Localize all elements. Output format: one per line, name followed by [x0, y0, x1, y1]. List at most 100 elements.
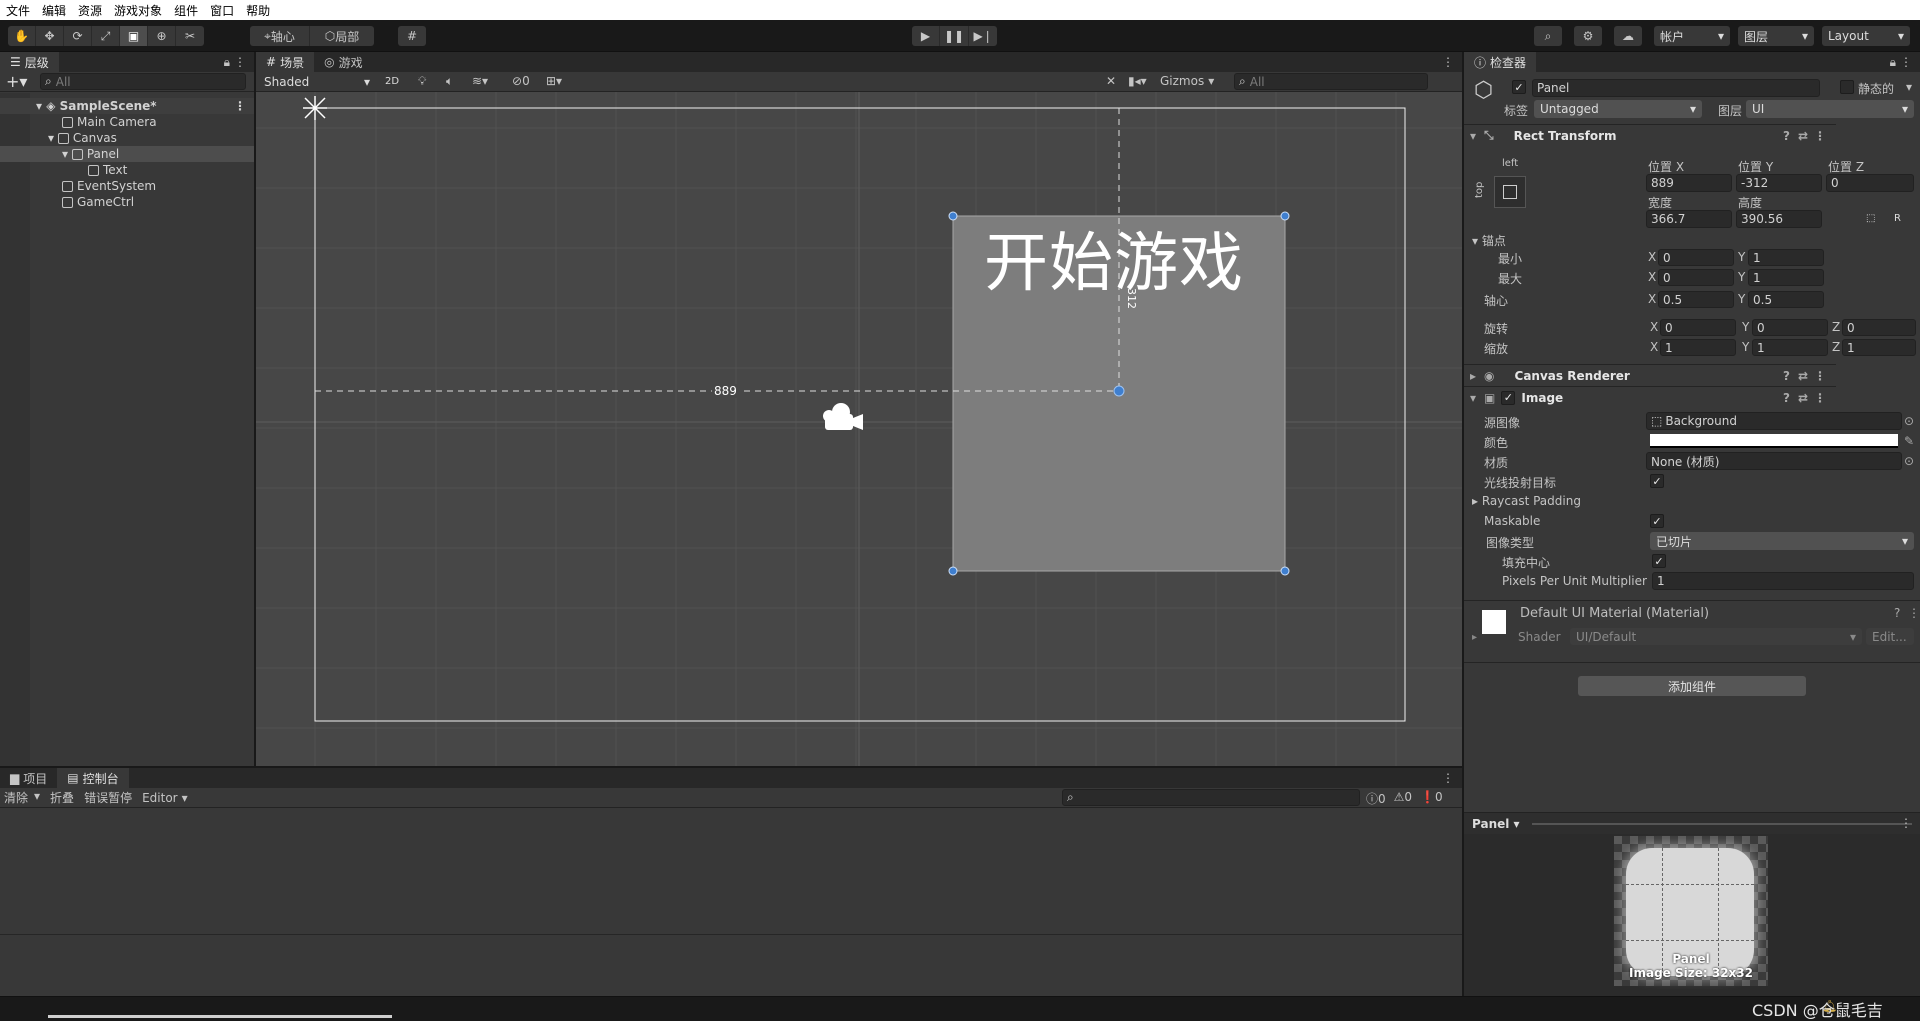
chevron-down-icon[interactable]: ▾ [1906, 80, 1912, 94]
camera-icon[interactable]: ▮◂▾ [1128, 74, 1147, 88]
rect-transform-header[interactable]: ▾ ⤡ Rect Transform ? ⇄ ⋮ [1464, 124, 1836, 146]
error-pause-button[interactable]: 错误暂停 [80, 789, 136, 806]
lock-icon[interactable]: 🔒︎ [1890, 55, 1896, 70]
console-search-input[interactable]: ⌕ [1062, 789, 1360, 806]
scene-search-input[interactable]: ⌕ All [1234, 73, 1428, 90]
active-checkbox[interactable]: ✓ [1512, 80, 1526, 94]
custom-tool-icon[interactable]: ✂ [176, 26, 204, 46]
rot-x-field[interactable]: 0 [1660, 319, 1736, 336]
preset-icon[interactable]: ⇄ [1798, 391, 1808, 405]
settings-gear-icon[interactable]: ⚙ [1574, 26, 1602, 46]
grid-toggle-icon[interactable]: ⊞▾ [546, 74, 562, 88]
kebab-menu-icon[interactable]: ⋮ [1814, 129, 1826, 143]
hierarchy-item-text[interactable]: Text [0, 162, 254, 178]
pivot-y-field[interactable]: 0.5 [1748, 291, 1824, 308]
editor-dropdown[interactable]: Editor ▾ [136, 791, 194, 805]
shader-edit-button[interactable]: Edit... [1866, 628, 1914, 645]
kebab-menu-icon[interactable]: ⋮ [1900, 55, 1912, 69]
layer-dropdown[interactable]: UI ▾ [1746, 100, 1914, 118]
hierarchy-item-panel[interactable]: ▾ Panel [0, 146, 254, 162]
pause-icon[interactable]: ❚❚ [940, 26, 970, 46]
pivot-x-field[interactable]: 0.5 [1658, 291, 1734, 308]
scale-tool-icon[interactable]: ⤢ [92, 26, 120, 46]
scale-z-field[interactable]: 1 [1842, 339, 1916, 356]
static-checkbox[interactable] [1840, 80, 1854, 94]
hierarchy-search-input[interactable]: ⌕ All [40, 73, 246, 90]
move-tool-icon[interactable]: ✥ [36, 26, 64, 46]
tab-game[interactable]: ◎ 游戏 [314, 52, 373, 72]
anchor-preset-button[interactable] [1494, 176, 1526, 208]
preview-dropdown[interactable]: Panel ▾ [1472, 817, 1520, 831]
expand-arrow-icon[interactable]: ▸ [1472, 632, 1477, 643]
kebab-menu-icon[interactable]: ⋮ [234, 55, 246, 69]
anchors-foldout[interactable]: ▾ 锚点 [1472, 232, 1506, 249]
kebab-menu-icon[interactable]: ⋮ [234, 99, 246, 113]
image-enabled-checkbox[interactable]: ✓ [1501, 390, 1516, 405]
material-field[interactable]: None (材质) [1646, 452, 1902, 470]
layers-dropdown[interactable]: 图层 ▾ [1738, 26, 1814, 46]
hidden-objects-icon[interactable]: ⊘0 [512, 74, 530, 88]
object-picker-icon[interactable]: ⊙ [1904, 454, 1914, 468]
search-icon[interactable]: ⌕ [1534, 26, 1562, 46]
lighting-icon[interactable]: 💡︎ [418, 74, 426, 89]
hierarchy-item-eventsystem[interactable]: EventSystem [0, 178, 254, 194]
raycast-padding-foldout[interactable]: ▸ Raycast Padding [1472, 494, 1581, 508]
lock-icon[interactable]: 🔒︎ [224, 55, 230, 70]
kebab-menu-icon[interactable]: ⋮ [1900, 816, 1912, 830]
help-icon[interactable]: ? [1783, 369, 1790, 383]
tab-project[interactable]: ▆ 项目 [0, 768, 57, 788]
canvas-renderer-header[interactable]: ▸ ◉ Canvas Renderer ? ⇄ ⋮ [1464, 364, 1836, 386]
kebab-menu-icon[interactable]: ⋮ [1442, 771, 1454, 785]
pivot-handle[interactable] [1113, 385, 1125, 397]
help-icon[interactable]: ? [1783, 391, 1790, 405]
add-component-button[interactable]: 添加组件 [1578, 676, 1806, 696]
blueprint-mode-button[interactable]: ⬚ [1862, 210, 1884, 226]
tools-icon[interactable]: ✕ [1106, 74, 1116, 88]
warning-counter[interactable]: ⚠0 [1394, 790, 1412, 807]
height-field[interactable]: 390.56 [1736, 210, 1822, 228]
toggle-2d-button[interactable]: 2D [382, 73, 406, 90]
help-icon[interactable]: ? [1783, 129, 1790, 143]
pos-x-field[interactable]: 889 [1646, 174, 1732, 192]
raycast-target-checkbox[interactable]: ✓ [1650, 474, 1664, 488]
pos-z-field[interactable]: 0 [1826, 174, 1914, 192]
menu-component[interactable]: 组件 [168, 2, 204, 19]
shading-mode-dropdown[interactable]: Shaded ▾ [258, 72, 376, 91]
hierarchy-item-canvas[interactable]: ▾ Canvas [0, 130, 254, 146]
transform-tool-icon[interactable]: ⊕ [148, 26, 176, 46]
layout-dropdown[interactable]: Layout ▾ [1822, 26, 1910, 46]
min-y-field[interactable]: 1 [1748, 249, 1824, 266]
width-field[interactable]: 366.7 [1646, 210, 1732, 228]
collapse-button[interactable]: 折叠 [44, 789, 80, 806]
rotate-tool-icon[interactable]: ⟳ [64, 26, 92, 46]
kebab-menu-icon[interactable]: ⋮ [1908, 606, 1920, 620]
effects-icon[interactable]: ≋▾ [472, 74, 488, 88]
rot-y-field[interactable]: 0 [1752, 319, 1828, 336]
menu-assets[interactable]: 资源 [72, 2, 108, 19]
kebab-menu-icon[interactable]: ⋮ [1814, 369, 1826, 383]
corner-handle-bottom-left[interactable] [948, 566, 958, 576]
gizmos-dropdown[interactable]: Gizmos ▾ [1160, 74, 1214, 88]
audio-icon[interactable]: 🔈︎ [446, 74, 453, 89]
ppu-multiplier-field[interactable]: 1 [1652, 572, 1914, 590]
raw-edit-button[interactable]: R [1888, 210, 1910, 226]
log-counter[interactable]: ⓘ0 [1366, 790, 1386, 807]
rot-z-field[interactable]: 0 [1842, 319, 1916, 336]
scale-y-field[interactable]: 1 [1752, 339, 1828, 356]
tab-console[interactable]: ▤ 控制台 [57, 768, 129, 788]
source-image-field[interactable]: ⬚ Background [1646, 412, 1902, 430]
corner-handle-top-right[interactable] [1280, 211, 1290, 221]
anchor-icon[interactable] [303, 96, 327, 120]
tab-inspector[interactable]: ⓘ 检查器 [1464, 52, 1537, 72]
hand-tool-icon[interactable]: ✋ [8, 26, 36, 46]
scale-x-field[interactable]: 1 [1660, 339, 1736, 356]
clear-button[interactable]: 清除 ▾ [0, 789, 44, 806]
corner-handle-bottom-right[interactable] [1280, 566, 1290, 576]
object-picker-icon[interactable]: ⊙ [1904, 414, 1914, 428]
tab-hierarchy[interactable]: ☰ 层级 [0, 52, 59, 72]
menu-gameobject[interactable]: 游戏对象 [108, 2, 168, 19]
local-toggle[interactable]: ⬡ 局部 [310, 26, 374, 46]
step-icon[interactable]: ▶❘ [969, 26, 997, 46]
max-y-field[interactable]: 1 [1748, 269, 1824, 286]
maskable-checkbox[interactable]: ✓ [1650, 514, 1664, 528]
